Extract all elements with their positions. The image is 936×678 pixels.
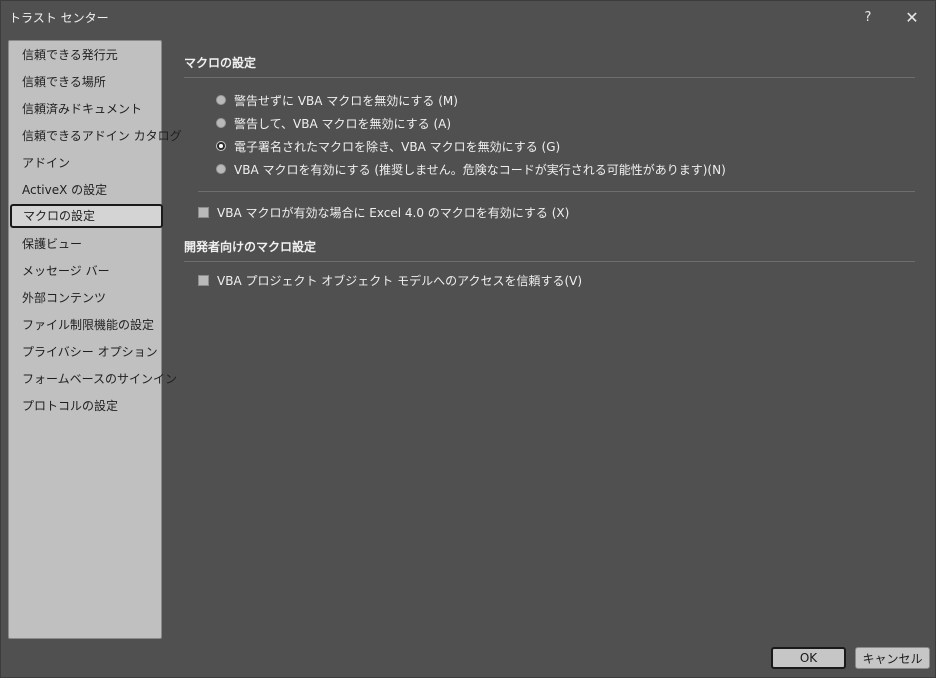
sidebar-item-trusted-addin-catalogs[interactable]: 信頼できるアドイン カタログ xyxy=(9,124,182,148)
sidebar-item-protocol-settings[interactable]: プロトコルの設定 xyxy=(9,394,161,418)
checkbox-label: VBA マクロが有効な場合に Excel 4.0 のマクロを有効にする (X) xyxy=(217,205,570,220)
sidebar-item-addins[interactable]: アドイン xyxy=(9,151,161,175)
sidebar-item-trusted-locations[interactable]: 信頼できる場所 xyxy=(9,70,161,94)
sidebar-item-macro-settings[interactable]: マクロの設定 xyxy=(10,204,163,228)
radio-label: 電子署名されたマクロを除き、VBA マクロを無効にする (G) xyxy=(234,139,561,154)
radio-label: 警告して、VBA マクロを無効にする (A) xyxy=(234,116,452,131)
radio-button[interactable] xyxy=(216,95,226,105)
checkbox-label: VBA プロジェクト オブジェクト モデルへのアクセスを信頼する(V) xyxy=(217,273,583,288)
radio-button[interactable] xyxy=(216,164,226,174)
macro-settings-divider xyxy=(184,77,915,78)
sidebar-item-form-based-signin[interactable]: フォームベースのサインイン xyxy=(9,367,177,391)
window-title: トラスト センター xyxy=(9,11,109,25)
ok-button[interactable]: OK xyxy=(771,647,846,669)
title-bar: トラスト センター ? ✕ xyxy=(1,1,935,33)
checkbox-trust-vba-object-model[interactable]: VBA プロジェクト オブジェクト モデルへのアクセスを信頼する(V) xyxy=(198,271,582,289)
radio-label: 警告せずに VBA マクロを無効にする (M) xyxy=(234,93,458,108)
radio-label: VBA マクロを有効にする (推奨しません。危険なコードが実行される可能性があり… xyxy=(234,162,726,177)
sidebar-item-privacy-options[interactable]: プライバシー オプション xyxy=(9,340,161,364)
cancel-button[interactable]: キャンセル xyxy=(855,647,930,669)
help-icon: ? xyxy=(864,9,872,25)
radio-disable-with-notify[interactable]: 警告して、VBA マクロを無効にする (A) xyxy=(216,114,451,132)
options-divider xyxy=(198,191,915,192)
checkbox-enable-excel4-macros[interactable]: VBA マクロが有効な場合に Excel 4.0 のマクロを有効にする (X) xyxy=(198,203,569,221)
trust-center-dialog: トラスト センター ? ✕ 信頼できる発行元 信頼できる場所 信頼済みドキュメン… xyxy=(0,0,936,678)
sidebar-item-message-bar[interactable]: メッセージ バー xyxy=(9,259,161,283)
developer-settings-divider xyxy=(184,261,915,262)
close-button[interactable]: ✕ xyxy=(898,5,926,29)
radio-button-checked[interactable] xyxy=(216,141,226,151)
radio-button[interactable] xyxy=(216,118,226,128)
checkbox[interactable] xyxy=(198,274,209,286)
macro-settings-heading: マクロの設定 xyxy=(184,56,257,70)
sidebar-item-file-block-settings[interactable]: ファイル制限機能の設定 xyxy=(9,313,161,337)
sidebar: 信頼できる発行元 信頼できる場所 信頼済みドキュメント 信頼できるアドイン カタ… xyxy=(8,40,182,639)
radio-disable-except-signed[interactable]: 電子署名されたマクロを除き、VBA マクロを無効にする (G) xyxy=(216,137,560,155)
sidebar-item-trusted-publishers[interactable]: 信頼できる発行元 xyxy=(9,43,161,67)
checkbox[interactable] xyxy=(198,206,209,218)
sidebar-item-protected-view[interactable]: 保護ビュー xyxy=(9,232,161,256)
sidebar-item-activex-settings[interactable]: ActiveX の設定 xyxy=(9,178,161,202)
help-button[interactable]: ? xyxy=(854,5,882,29)
close-icon: ✕ xyxy=(905,7,919,27)
radio-enable-all[interactable]: VBA マクロを有効にする (推奨しません。危険なコードが実行される可能性があり… xyxy=(216,160,726,178)
sidebar-item-trusted-documents[interactable]: 信頼済みドキュメント xyxy=(9,97,161,121)
sidebar-item-external-content[interactable]: 外部コンテンツ xyxy=(9,286,161,310)
radio-disable-no-notify[interactable]: 警告せずに VBA マクロを無効にする (M) xyxy=(216,91,458,109)
developer-settings-heading: 開発者向けのマクロ設定 xyxy=(184,240,317,254)
